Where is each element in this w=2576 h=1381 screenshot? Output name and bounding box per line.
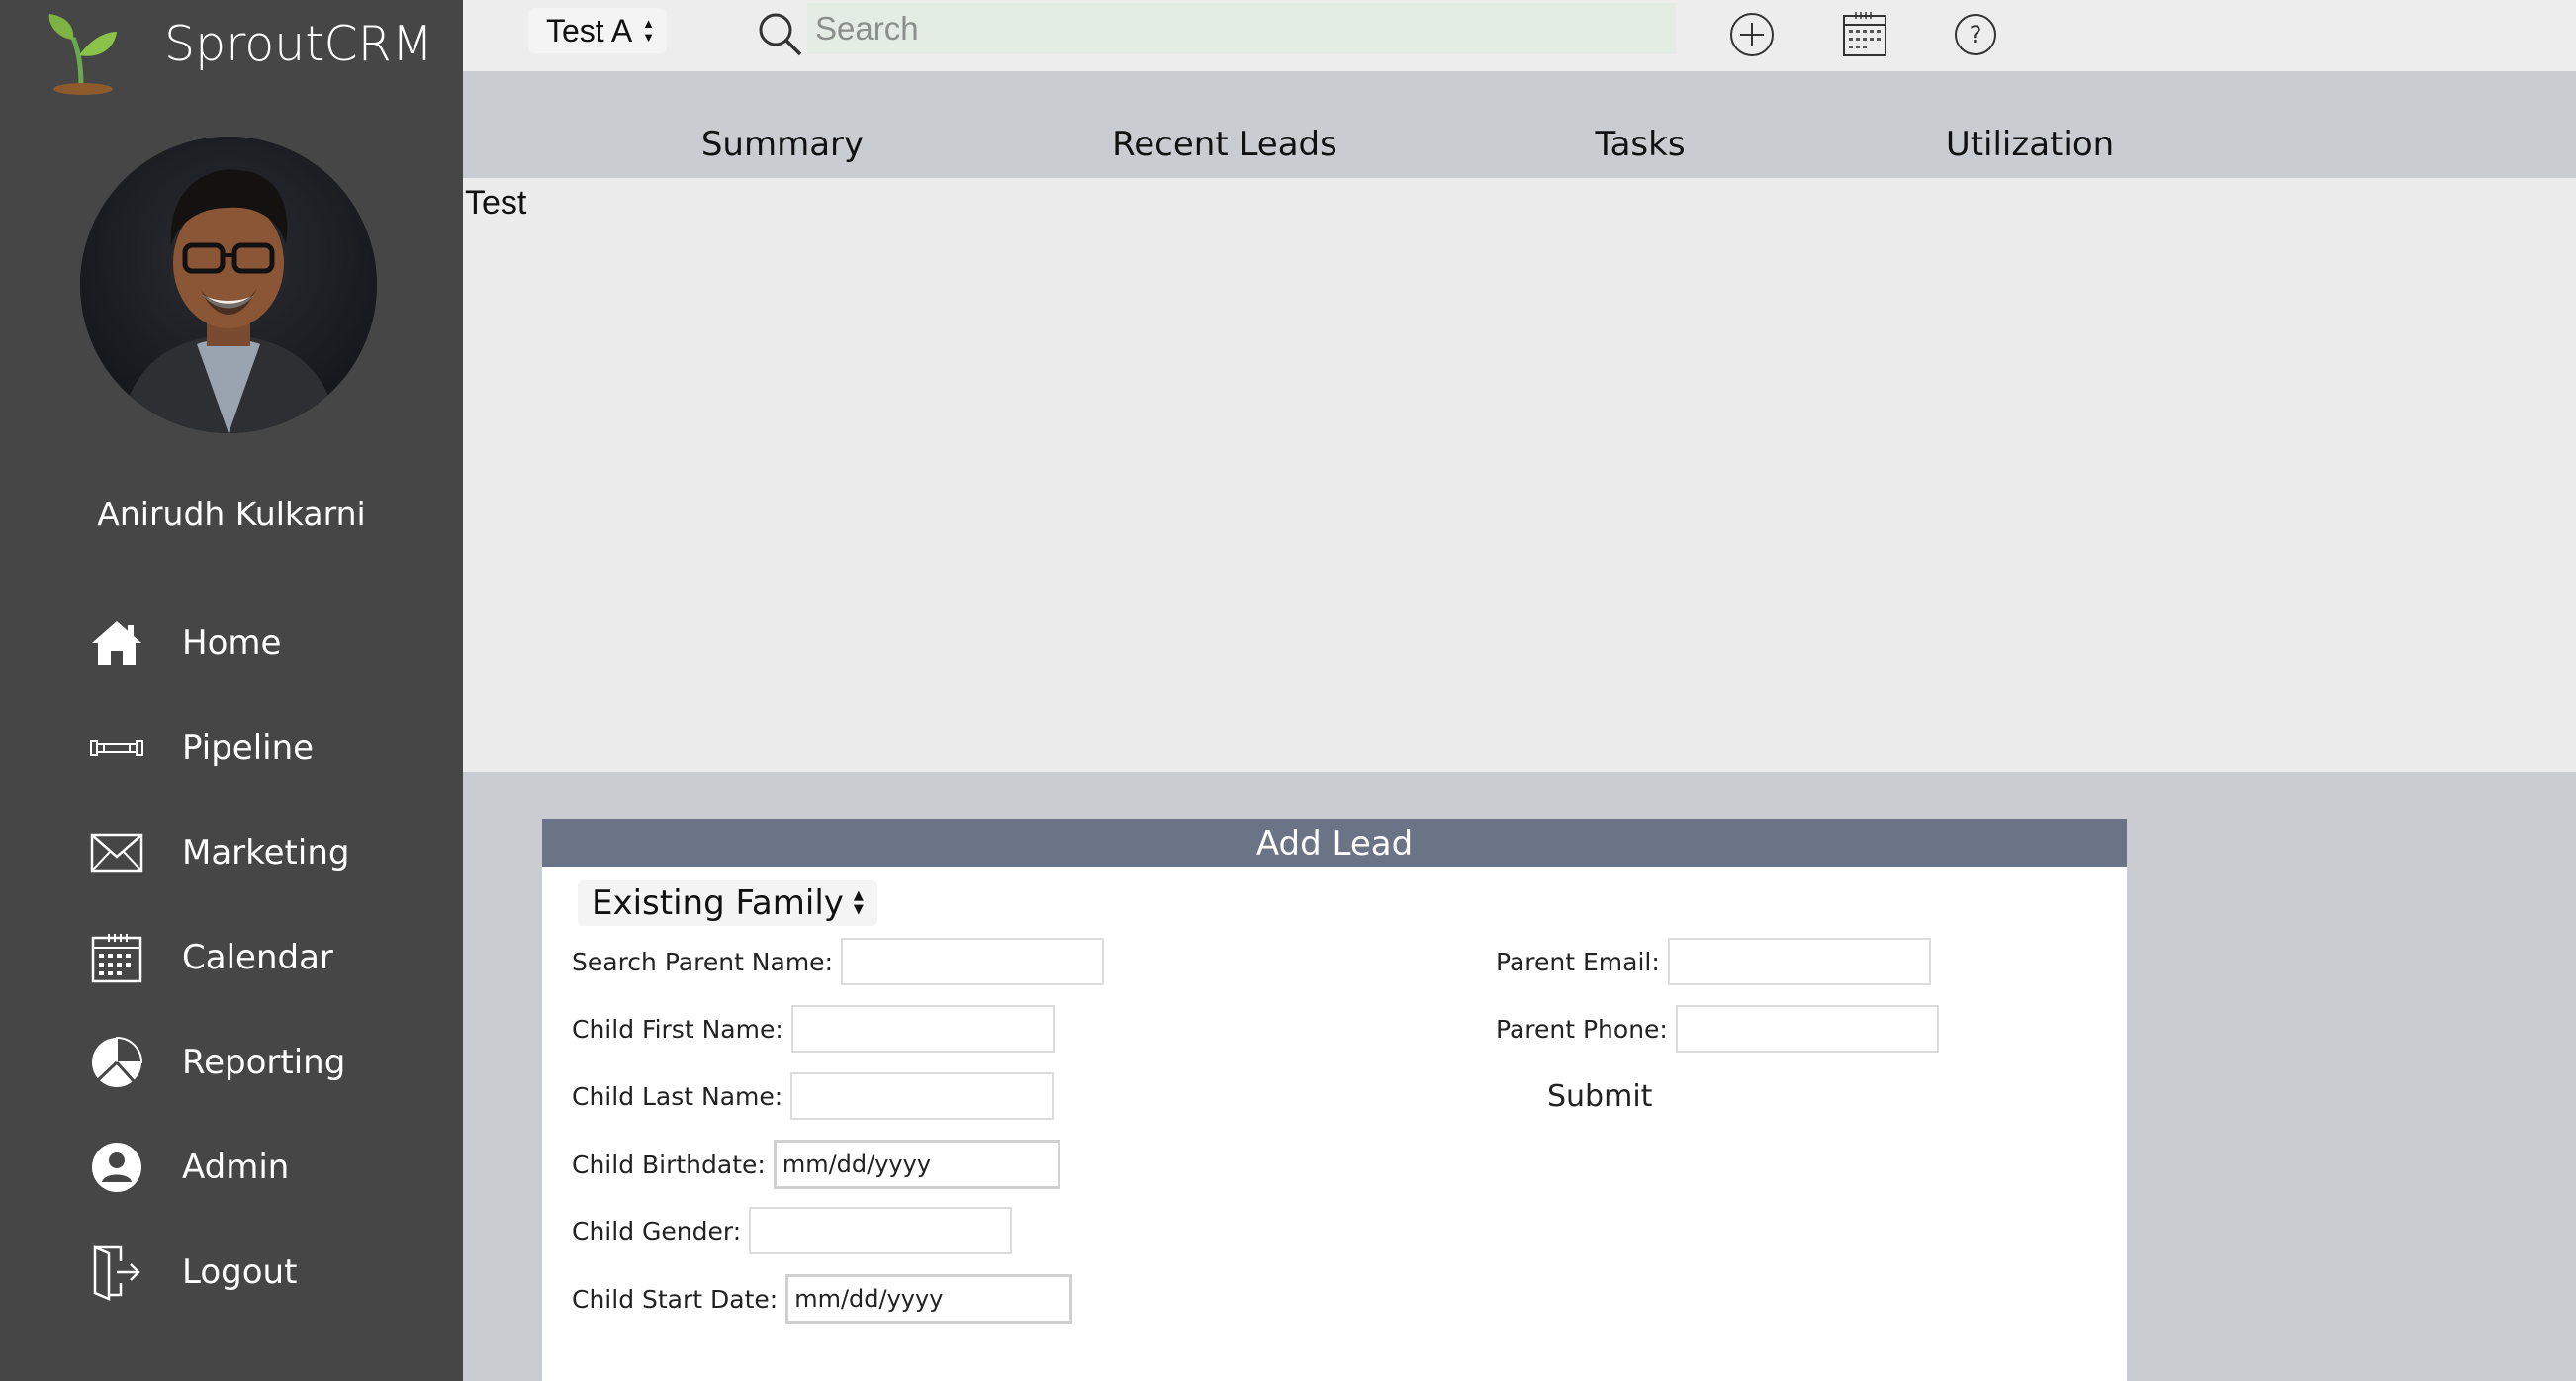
pie-chart-icon [89, 1035, 144, 1090]
home-icon [89, 615, 144, 671]
sidebar-item-reporting[interactable]: Reporting [0, 1023, 463, 1102]
add-lead-panel: Add Lead Existing Family ▲ ▼ Search Paren… [542, 819, 2127, 1381]
parent-phone-field: Parent Phone: [1496, 1005, 1939, 1053]
child-last-name-field: Child Last Name: [572, 1072, 1055, 1120]
family-type-select[interactable]: Existing Family ▲ ▼ [578, 880, 877, 926]
sidebar-item-marketing[interactable]: Marketing [0, 813, 463, 892]
help-circle-icon[interactable]: ? [1951, 10, 2000, 59]
parent-email-input[interactable] [1667, 938, 1931, 985]
tab-utilization[interactable]: Utilization [1946, 125, 2114, 164]
field-label: Child Last Name: [572, 1081, 783, 1111]
sidebar-item-admin[interactable]: Admin [0, 1128, 463, 1207]
field-label: Child Birthdate: [572, 1150, 766, 1179]
sidebar-item-label: Logout [182, 1252, 298, 1292]
tab-summary[interactable]: Summary [701, 125, 864, 164]
sidebar-item-pipeline[interactable]: Pipeline [0, 708, 463, 787]
topbar: Test A ▲▼ ? [463, 0, 2576, 71]
calendar-icon [89, 930, 144, 985]
child-gender-input[interactable] [749, 1207, 1013, 1254]
field-label: Parent Email: [1496, 947, 1660, 976]
tab-content-text: Test [465, 184, 527, 222]
sidebar-item-label: Marketing [182, 833, 350, 873]
updown-arrows-icon: ▲ ▼ [642, 16, 656, 45]
child-birthdate-input[interactable] [773, 1140, 1060, 1189]
envelope-icon [89, 825, 144, 880]
search-parent-name-input[interactable] [841, 938, 1104, 985]
child-last-name-input[interactable] [790, 1072, 1055, 1120]
sidebar-item-logout[interactable]: Logout [0, 1233, 463, 1312]
field-label: Child Gender: [572, 1216, 742, 1245]
child-first-name-input[interactable] [790, 1005, 1055, 1053]
parent-email-field: Parent Email: [1496, 938, 1931, 985]
sidebar-item-label: Pipeline [182, 728, 315, 768]
pipeline-icon [89, 720, 144, 776]
child-birthdate-field: Child Birthdate: [572, 1140, 1060, 1189]
parent-phone-input[interactable] [1675, 1005, 1939, 1053]
search-input[interactable] [807, 3, 1676, 54]
add-circle-icon[interactable] [1727, 10, 1777, 59]
tab-recent-leads[interactable]: Recent Leads [1112, 125, 1337, 164]
sidebar-item-home[interactable]: Home [0, 603, 463, 683]
calendar-icon[interactable] [1840, 10, 1889, 59]
child-first-name-field: Child First Name: [572, 1005, 1055, 1053]
add-lead-title: Add Lead [542, 819, 2127, 867]
profile-photo [80, 137, 377, 433]
svg-text:?: ? [1970, 21, 1982, 48]
brand-name: SproutCRM [164, 16, 434, 72]
sidebar-item-label: Admin [182, 1148, 290, 1187]
sidebar-item-label: Home [182, 623, 282, 663]
search-icon[interactable] [756, 10, 803, 57]
avatar [80, 137, 377, 433]
child-start-date-field: Child Start Date: [572, 1274, 1073, 1324]
child-gender-field: Child Gender: [572, 1207, 1013, 1254]
sidebar: SproutCRM Anirudh Kulkarni Home Pipeline… [0, 0, 463, 1381]
search-parent-name-field: Search Parent Name: [572, 938, 1104, 985]
sprout-logo-icon [48, 14, 117, 95]
field-label: Search Parent Name: [572, 947, 833, 976]
field-label: Child First Name: [572, 1014, 783, 1044]
center-select-value: Test A [546, 12, 633, 48]
logout-door-icon [89, 1244, 144, 1301]
user-circle-icon [89, 1140, 144, 1195]
field-label: Child Start Date: [572, 1284, 779, 1314]
center-select[interactable]: Test A ▲ ▼ [528, 8, 668, 53]
submit-button[interactable]: Submit [1541, 1078, 1658, 1115]
brand[interactable] [44, 8, 123, 97]
tab-tasks[interactable]: Tasks [1595, 125, 1685, 164]
tab-content-panel: Test [463, 178, 2576, 772]
user-name: Anirudh Kulkarni [97, 495, 366, 533]
field-label: Parent Phone: [1496, 1014, 1668, 1044]
updown-arrows-icon: ▲ ▼ [853, 888, 864, 917]
sidebar-item-label: Reporting [182, 1043, 346, 1082]
child-start-date-input[interactable] [785, 1274, 1073, 1324]
sidebar-item-calendar[interactable]: Calendar [0, 918, 463, 997]
sidebar-item-label: Calendar [182, 938, 333, 977]
family-type-value: Existing Family [592, 883, 844, 923]
tab-bar: Summary Recent Leads Tasks Utilization [463, 71, 2576, 178]
